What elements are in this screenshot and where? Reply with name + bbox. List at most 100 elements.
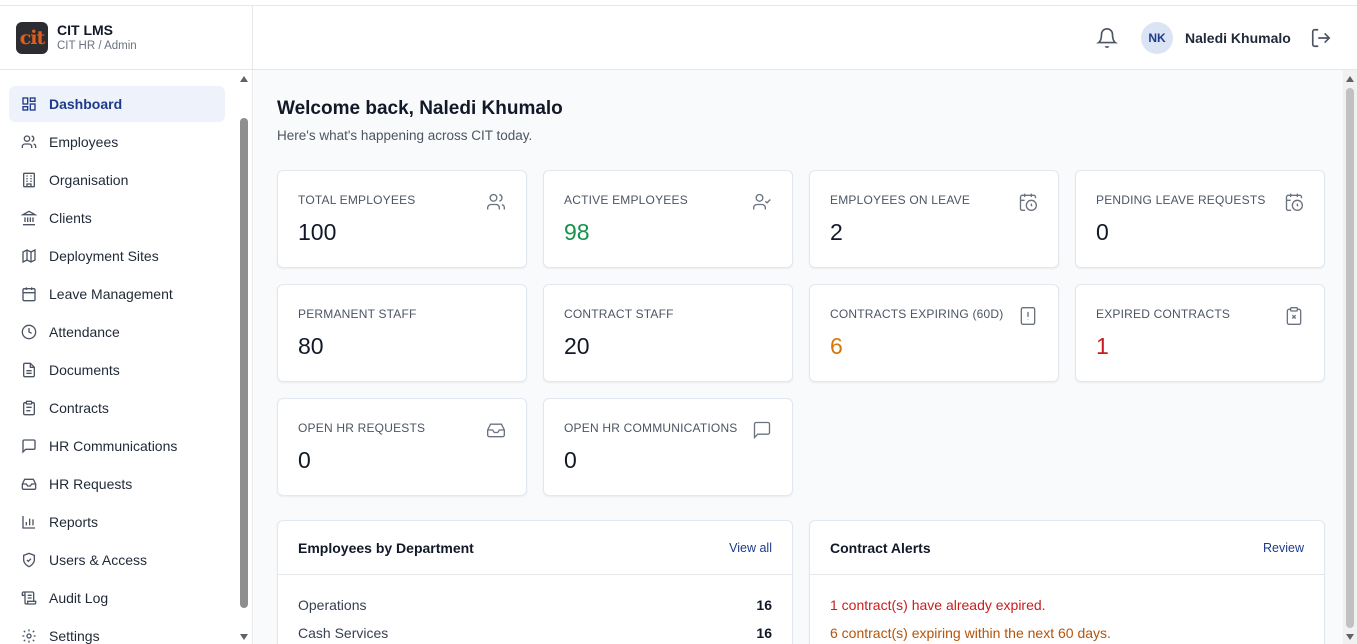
map-icon xyxy=(21,248,37,264)
stat-card-permanent-staff[interactable]: PERMANENT STAFF 80 xyxy=(277,284,527,382)
message-square-icon xyxy=(752,420,772,440)
stat-card-active-employees[interactable]: ACTIVE EMPLOYEES 98 xyxy=(543,170,793,268)
clipboard-x-icon xyxy=(1284,306,1304,326)
stat-label: EXPIRED CONTRACTS xyxy=(1096,307,1231,321)
contract-alerts-panel: Contract Alerts Review 1 contract(s) hav… xyxy=(809,520,1325,644)
sidebar-item-label: Contracts xyxy=(49,400,109,416)
sidebar-item-label: Audit Log xyxy=(49,590,109,606)
stat-value: 20 xyxy=(564,333,590,359)
view-all-link[interactable]: View all xyxy=(729,541,772,555)
sidebar-item-hr-requests[interactable]: HR Requests xyxy=(9,466,225,502)
sidebar-item-documents[interactable]: Documents xyxy=(9,352,225,388)
stat-value: 0 xyxy=(298,447,311,473)
scroll-down-arrow-icon[interactable] xyxy=(240,634,248,640)
gear-icon xyxy=(21,628,37,644)
department-name: Cash Services xyxy=(298,625,389,641)
stat-label: EMPLOYEES ON LEAVE xyxy=(830,193,971,207)
stat-label: CONTRACTS EXPIRING (60D) xyxy=(830,307,1004,321)
sidebar-scroll-thumb[interactable] xyxy=(240,118,248,608)
logo-text: cit xyxy=(19,26,46,49)
sidebar-item-label: HR Requests xyxy=(49,476,133,492)
sidebar-item-settings[interactable]: Settings xyxy=(9,618,225,644)
scroll-down-arrow-icon[interactable] xyxy=(1346,634,1354,640)
page-subtitle: Here's what's happening across CIT today… xyxy=(277,128,533,143)
calendar-clock-icon xyxy=(1018,192,1038,212)
sidebar-item-deployment-sites[interactable]: Deployment Sites xyxy=(9,238,225,274)
sidebar-scrollbar[interactable] xyxy=(237,74,251,644)
stat-value: 1 xyxy=(1096,333,1109,359)
landmark-icon xyxy=(21,210,37,226)
file-text-icon xyxy=(21,362,37,378)
clipboard-icon xyxy=(21,400,37,416)
stat-value: 80 xyxy=(298,333,324,359)
user-name[interactable]: Naledi Khumalo xyxy=(1185,30,1291,46)
sidebar-item-label: Users & Access xyxy=(49,552,148,568)
scroll-up-arrow-icon[interactable] xyxy=(1346,76,1354,82)
sidebar-item-dashboard[interactable]: Dashboard xyxy=(9,86,225,122)
user-check-icon xyxy=(752,192,772,212)
list-item: Operations 16 xyxy=(298,597,772,613)
stat-card-contract-staff[interactable]: CONTRACT STAFF 20 xyxy=(543,284,793,382)
shield-icon xyxy=(21,552,37,568)
stat-label: OPEN HR REQUESTS xyxy=(298,421,426,435)
avatar[interactable]: NK xyxy=(1141,22,1173,54)
stat-label: OPEN HR COMMUNICATIONS xyxy=(564,421,738,435)
brand: cit CIT LMS CIT HR / Admin xyxy=(0,6,252,70)
sidebar-item-organisation[interactable]: Organisation xyxy=(9,162,225,198)
sidebar-item-label: HR Communications xyxy=(49,438,178,454)
sidebar-item-audit-log[interactable]: Audit Log xyxy=(9,580,225,616)
logout-icon[interactable] xyxy=(1310,27,1332,49)
stat-card-contracts-expiring[interactable]: CONTRACTS EXPIRING (60D) 6 xyxy=(809,284,1059,382)
sidebar-item-employees[interactable]: Employees xyxy=(9,124,225,160)
stat-card-employees-on-leave[interactable]: EMPLOYEES ON LEAVE 2 xyxy=(809,170,1059,268)
sidebar-item-users-access[interactable]: Users & Access xyxy=(9,542,225,578)
stat-card-expired-contracts[interactable]: EXPIRED CONTRACTS 1 xyxy=(1075,284,1325,382)
clock-icon xyxy=(21,324,37,340)
sidebar-item-label: Employees xyxy=(49,134,119,150)
sidebar-item-hr-communications[interactable]: HR Communications xyxy=(9,428,225,464)
sidebar-item-attendance[interactable]: Attendance xyxy=(9,314,225,350)
stat-label: PERMANENT STAFF xyxy=(298,307,417,321)
sidebar-item-contracts[interactable]: Contracts xyxy=(9,390,225,426)
sidebar-item-reports[interactable]: Reports xyxy=(9,504,225,540)
stat-value: 100 xyxy=(298,219,337,245)
stat-value: 0 xyxy=(564,447,577,473)
sidebar-item-label: Deployment Sites xyxy=(49,248,159,264)
stat-label: TOTAL EMPLOYEES xyxy=(298,193,416,207)
bar-chart-icon xyxy=(21,514,37,530)
bell-icon[interactable] xyxy=(1096,27,1118,49)
app-title: CIT LMS xyxy=(57,21,113,38)
review-link[interactable]: Review xyxy=(1263,541,1304,555)
stat-value: 98 xyxy=(564,219,590,245)
stat-card-open-hr-requests[interactable]: OPEN HR REQUESTS 0 xyxy=(277,398,527,496)
stat-card-open-hr-communications[interactable]: OPEN HR COMMUNICATIONS 0 xyxy=(543,398,793,496)
stat-card-pending-leave-requests[interactable]: PENDING LEAVE REQUESTS 0 xyxy=(1075,170,1325,268)
sidebar-item-clients[interactable]: Clients xyxy=(9,200,225,236)
stat-card-total-employees[interactable]: TOTAL EMPLOYEES 100 xyxy=(277,170,527,268)
alert-expiring: 6 contract(s) expiring within the next 6… xyxy=(830,625,1111,641)
panel-title: Contract Alerts xyxy=(830,540,931,556)
employees-by-department-panel: Employees by Department View all Operati… xyxy=(277,520,793,644)
sidebar-nav: Dashboard Employees Organisation Clients… xyxy=(9,86,225,644)
users-icon xyxy=(21,134,37,150)
users-icon xyxy=(486,192,506,212)
scroll-icon xyxy=(21,590,37,606)
department-count: 16 xyxy=(756,625,772,641)
message-square-icon xyxy=(21,438,37,454)
sidebar-item-label: Settings xyxy=(49,628,100,644)
sidebar-item-label: Leave Management xyxy=(49,286,173,302)
main-scroll-thumb[interactable] xyxy=(1346,88,1354,628)
sidebar-item-label: Organisation xyxy=(49,172,129,188)
dashboard-grid-icon xyxy=(21,96,37,112)
stat-label: ACTIVE EMPLOYEES xyxy=(564,193,688,207)
sidebar-item-leave-management[interactable]: Leave Management xyxy=(9,276,225,312)
sidebar-item-label: Reports xyxy=(49,514,99,530)
panel-title: Employees by Department xyxy=(298,540,474,556)
scroll-up-arrow-icon[interactable] xyxy=(240,76,248,82)
stat-value: 2 xyxy=(830,219,843,245)
stat-label: CONTRACT STAFF xyxy=(564,307,674,321)
main-scrollbar[interactable] xyxy=(1343,70,1357,644)
stat-label: PENDING LEAVE REQUESTS xyxy=(1096,193,1266,207)
department-name: Operations xyxy=(298,597,367,613)
calendar-clock-icon xyxy=(1284,192,1304,212)
